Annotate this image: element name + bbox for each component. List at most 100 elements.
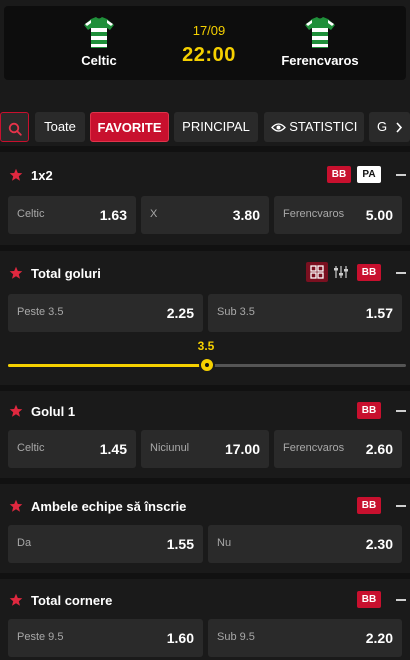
odds-value: 3.80	[232, 207, 260, 223]
star-icon[interactable]	[9, 168, 23, 182]
pa-badge[interactable]: PA	[357, 166, 381, 183]
odds-label: Peste 3.5	[17, 306, 64, 318]
odds-label: Ferencvaros	[283, 442, 345, 454]
goal-line-slider-fill	[8, 364, 207, 367]
tab-stats[interactable]: STATISTICI	[264, 112, 364, 142]
odds-button[interactable]: X 3.80	[141, 196, 269, 234]
away-team-name: Ferencvaros	[281, 53, 359, 68]
market-header[interactable]: Total goluri BB	[0, 262, 410, 286]
odds-value: 2.60	[365, 441, 393, 457]
kickoff-time: 22:00	[182, 44, 236, 66]
odds-label: Sub 3.5	[217, 306, 255, 318]
market-tabs: Toate FAVORITE PRINCIPAL STATISTICI G	[0, 112, 410, 142]
odds-button[interactable]: Nu 2.30	[208, 525, 402, 563]
odds-label: Peste 9.5	[17, 631, 64, 643]
collapse-icon[interactable]	[396, 599, 406, 601]
odds-button[interactable]: Celtic 1.45	[8, 430, 136, 468]
odds-button[interactable]: Ferencvaros 2.60	[274, 430, 402, 468]
odds-value: 1.63	[99, 207, 127, 223]
bet-builder-badge[interactable]: BB	[357, 497, 381, 514]
tab-all[interactable]: Toate	[35, 112, 85, 142]
goal-line-value: 3.5	[197, 339, 215, 353]
odds-label: Niciunul	[150, 442, 190, 454]
bet-builder-badge[interactable]: BB	[357, 264, 381, 281]
odds-value: 2.25	[166, 305, 194, 321]
market-first-goal: Golul 1 BB Celtic 1.45 Niciunul 17.00 Fe…	[0, 400, 410, 472]
market-header[interactable]: Total cornere BB	[0, 589, 410, 613]
odds-button[interactable]: Peste 9.5 1.60	[8, 619, 203, 657]
odds-label: Sub 9.5	[217, 631, 255, 643]
odds-button[interactable]: Sub 9.5 2.20	[208, 619, 402, 657]
tab-stats-label: STATISTICI	[289, 119, 358, 134]
bet-builder-badge[interactable]: BB	[357, 591, 381, 608]
grid-icon	[310, 265, 324, 279]
odds-value: 5.00	[365, 207, 393, 223]
star-icon[interactable]	[9, 404, 23, 418]
odds-value: 2.30	[365, 536, 393, 552]
market-header[interactable]: 1x2 BB PA	[0, 164, 410, 188]
star-icon[interactable]	[9, 266, 23, 280]
divider	[0, 385, 410, 391]
market-title: Ambele echipe să înscrie	[31, 499, 187, 514]
slider-view-toggle[interactable]	[330, 262, 352, 282]
market-total-corners: Total cornere BB Peste 9.5 1.60 Sub 9.5 …	[0, 589, 410, 660]
star-icon[interactable]	[9, 593, 23, 607]
goal-line-slider-thumb[interactable]	[199, 357, 215, 373]
chevron-right-icon[interactable]	[395, 122, 403, 133]
tab-more[interactable]: G	[369, 112, 410, 142]
bet-builder-badge[interactable]: BB	[327, 166, 351, 183]
tab-favorites[interactable]: FAVORITE	[90, 112, 169, 142]
sliders-icon	[334, 266, 348, 278]
celtic-jersey-icon	[84, 17, 114, 48]
market-title: Total cornere	[31, 593, 113, 608]
odds-label: Celtic	[17, 208, 45, 220]
divider	[0, 245, 410, 251]
home-team[interactable]: Celtic	[39, 16, 159, 68]
odds-value: 2.20	[365, 630, 393, 646]
market-1x2: 1x2 BB PA Celtic 1.63 X 3.80 Ferencvaros…	[0, 164, 410, 238]
search-icon	[8, 122, 22, 136]
odds-label: Da	[17, 537, 32, 549]
bet-builder-badge[interactable]: BB	[357, 402, 381, 419]
market-header[interactable]: Golul 1 BB	[0, 400, 410, 424]
collapse-icon[interactable]	[396, 272, 406, 274]
market-title: Total goluri	[31, 266, 101, 281]
odds-button[interactable]: Da 1.55	[8, 525, 203, 563]
home-team-name: Celtic	[81, 53, 117, 68]
star-icon[interactable]	[9, 499, 23, 513]
odds-value: 1.60	[166, 630, 194, 646]
odds-label: Nu	[217, 537, 232, 549]
odds-label: X	[150, 208, 158, 220]
odds-value: 1.55	[166, 536, 194, 552]
market-both-teams-score: Ambele echipe să înscrie BB Da 1.55 Nu 2…	[0, 495, 410, 567]
odds-button[interactable]: Peste 3.5 2.25	[8, 294, 203, 332]
match-date: 17/09	[192, 23, 226, 38]
grid-view-toggle[interactable]	[306, 262, 328, 282]
odds-button[interactable]: Sub 3.5 1.57	[208, 294, 402, 332]
search-button[interactable]	[0, 112, 29, 142]
away-team[interactable]: Ferencvaros	[260, 16, 380, 68]
match-header: Celtic 17/09 22:00 Ferencvaros	[4, 6, 406, 80]
match-time: 17/09 22:00	[154, 23, 264, 67]
odds-value: 1.57	[365, 305, 393, 321]
eye-icon	[270, 123, 286, 132]
odds-button[interactable]: Niciunul 17.00	[141, 430, 269, 468]
collapse-icon[interactable]	[396, 410, 406, 412]
tab-main[interactable]: PRINCIPAL	[174, 112, 258, 142]
tab-more-label: G	[377, 119, 388, 134]
collapse-icon[interactable]	[396, 174, 406, 176]
divider	[0, 146, 410, 152]
odds-value: 17.00	[224, 441, 260, 457]
ferencvaros-jersey-icon	[305, 17, 335, 48]
divider	[0, 573, 410, 579]
market-title: Golul 1	[31, 404, 76, 419]
odds-value: 1.45	[99, 441, 127, 457]
odds-label: Ferencvaros	[283, 208, 345, 220]
market-header[interactable]: Ambele echipe să înscrie BB	[0, 495, 410, 519]
divider	[0, 478, 410, 484]
odds-button[interactable]: Celtic 1.63	[8, 196, 136, 234]
odds-button[interactable]: Ferencvaros 5.00	[274, 196, 402, 234]
collapse-icon[interactable]	[396, 505, 406, 507]
market-title: 1x2	[31, 168, 53, 183]
market-total-goals: Total goluri BB Peste 3.5 2.25 Sub 3.5 1…	[0, 262, 410, 334]
